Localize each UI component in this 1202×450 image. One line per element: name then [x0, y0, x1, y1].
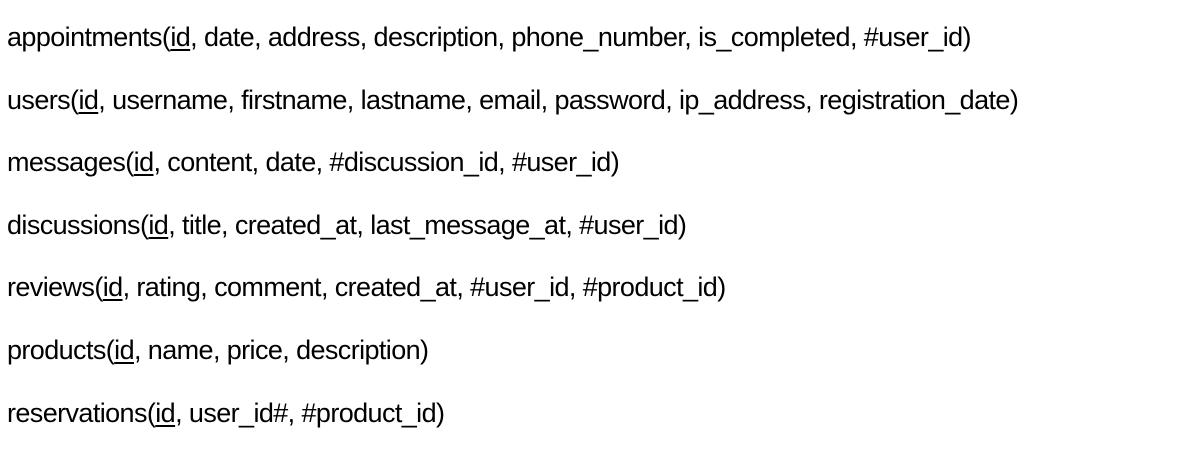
schema-line-messages: messages(id, content, date, #discussion_… — [7, 147, 620, 178]
attribute-list: , username, firstname, lastname, email, … — [98, 84, 1019, 115]
table-name: reservations — [7, 397, 147, 428]
primary-key: id — [133, 147, 154, 178]
table-name: appointments — [7, 22, 163, 52]
primary-key: id — [102, 272, 123, 303]
table-name: reviews — [7, 272, 95, 303]
schema-line-reviews: reviews(id, rating, comment, created_at,… — [7, 272, 727, 303]
table-name: discussions — [7, 209, 141, 240]
schema-line-reservations: reservations(id, user_id#, #product_id) — [7, 397, 445, 428]
attribute-list: , name, price, description) — [134, 334, 429, 365]
attribute-list: , content, date, #discussion_id, #user_i… — [153, 147, 620, 178]
attribute-list: , user_id#, #product_id) — [175, 397, 445, 428]
primary-key: id — [155, 397, 176, 428]
primary-key: id — [170, 22, 191, 52]
table-name: messages — [7, 147, 126, 178]
schema-line-discussions: discussions(id, title, created_at, last_… — [7, 209, 687, 240]
schema-line-appointments: appointments(id, date, address, descript… — [7, 22, 972, 52]
schema-line-users: users(id, username, firstname, lastname,… — [7, 84, 1019, 115]
attribute-list: , rating, comment, created_at, #user_id,… — [122, 272, 727, 303]
primary-key: id — [114, 334, 134, 365]
relational-schema-list: appointments(id, date, address, descript… — [7, 6, 1019, 444]
attribute-list: , title, created_at, last_message_at, #u… — [168, 209, 687, 240]
primary-key: id — [148, 209, 169, 240]
document-page: { "relations": [ { "table": "appointment… — [0, 0, 1202, 450]
table-name: users — [7, 84, 71, 115]
schema-line-products: products(id, name, price, description) — [7, 334, 429, 365]
table-name: products — [7, 334, 106, 365]
primary-key: id — [78, 84, 99, 115]
attribute-list: , date, address, description, phone_numb… — [190, 22, 971, 52]
